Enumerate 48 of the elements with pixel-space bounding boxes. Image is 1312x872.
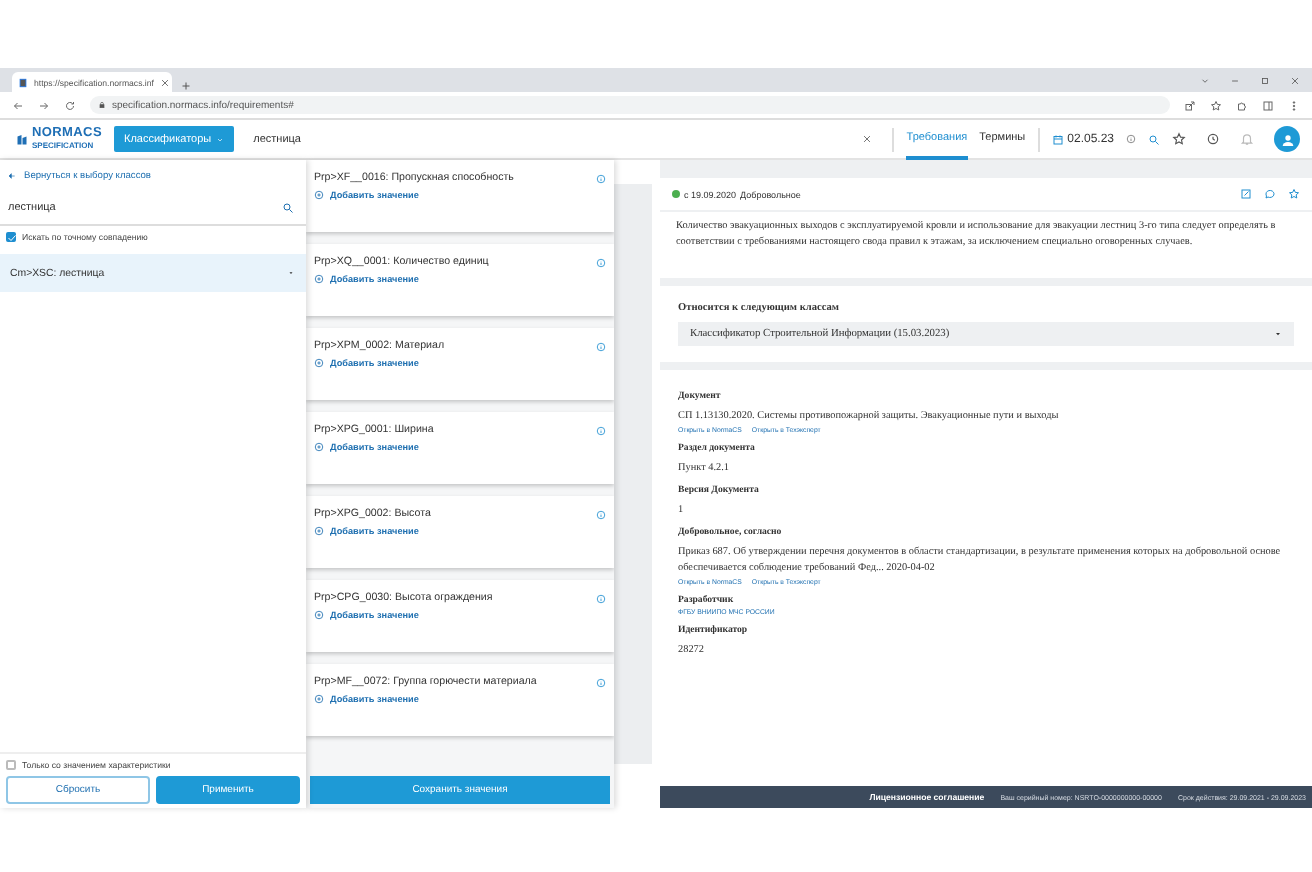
- back-icon[interactable]: [12, 99, 24, 111]
- star-icon[interactable]: [1210, 99, 1222, 111]
- info-icon[interactable]: [596, 341, 606, 351]
- info-icon[interactable]: [596, 257, 606, 267]
- info-icon[interactable]: [596, 593, 606, 603]
- share-icon[interactable]: [1184, 99, 1196, 111]
- maximize-icon[interactable]: [1260, 75, 1270, 85]
- clear-icon[interactable]: [862, 134, 873, 144]
- edit-icon[interactable]: [1240, 188, 1252, 200]
- chevron-down-icon[interactable]: [1200, 75, 1210, 85]
- history-icon[interactable]: [1206, 132, 1220, 146]
- search-icon[interactable]: [282, 202, 294, 214]
- add-circle-icon: [314, 694, 324, 704]
- add-circle-icon: [314, 526, 324, 536]
- star-icon[interactable]: [1172, 132, 1186, 146]
- sidebar-icon[interactable]: [1262, 99, 1274, 111]
- info-icon[interactable]: [596, 425, 606, 435]
- add-circle-icon: [314, 190, 324, 200]
- add-circle-icon: [314, 274, 324, 284]
- minimize-icon[interactable]: [1230, 75, 1240, 85]
- reload-icon[interactable]: [64, 99, 76, 111]
- close-icon[interactable]: [159, 77, 170, 87]
- add-circle-icon: [314, 358, 324, 368]
- user-icon: [1279, 131, 1295, 147]
- logo-icon: [16, 131, 28, 147]
- close-icon[interactable]: [1290, 75, 1300, 85]
- info-icon[interactable]: [596, 677, 606, 687]
- checkmark-icon: [5, 231, 17, 243]
- info-icon[interactable]: [596, 509, 606, 519]
- add-circle-icon: [314, 610, 324, 620]
- checkbox[interactable]: [6, 232, 16, 242]
- calendar-icon: [1051, 133, 1064, 145]
- info-icon[interactable]: [1126, 134, 1136, 144]
- menu-icon[interactable]: [1288, 99, 1300, 111]
- forward-icon[interactable]: [38, 99, 50, 111]
- page-icon: [18, 77, 28, 87]
- info-icon[interactable]: [596, 173, 606, 183]
- bell-icon[interactable]: [1240, 132, 1254, 146]
- status-dot: [672, 190, 680, 198]
- back-arrow-icon: [8, 172, 16, 180]
- star-icon[interactable]: [1288, 188, 1300, 200]
- add-circle-icon: [314, 442, 324, 452]
- lock-icon: [98, 100, 106, 110]
- new-tab-icon[interactable]: [180, 80, 192, 92]
- avatar[interactable]: [1274, 126, 1300, 152]
- checkbox[interactable]: [6, 760, 16, 770]
- search-icon[interactable]: [1148, 133, 1160, 145]
- comment-icon[interactable]: [1264, 188, 1276, 200]
